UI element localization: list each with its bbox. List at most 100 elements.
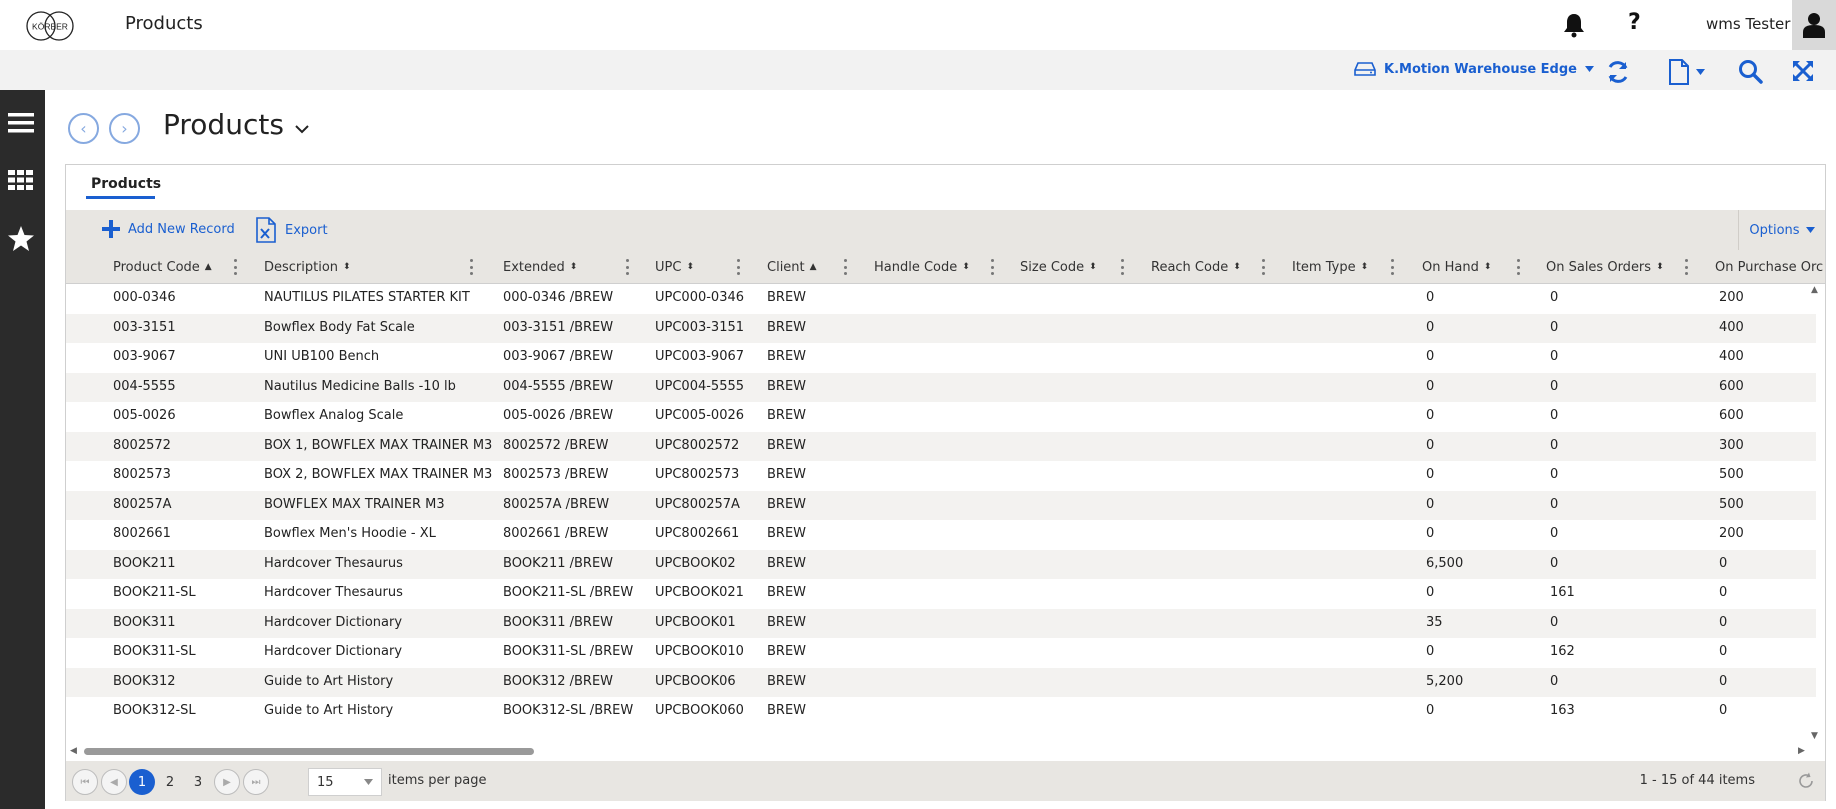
column-menu-icon[interactable] [736, 259, 740, 275]
previous-page-button[interactable]: ◀ [101, 769, 127, 795]
back-button[interactable]: ‹ [68, 113, 99, 144]
grid-toolbar: Add New Record Export Options [66, 210, 1825, 250]
last-page-button[interactable]: ⏭ [243, 769, 269, 795]
cell-on-sales-orders: 163 [1550, 703, 1575, 718]
column-header-on-sales-orders[interactable]: On Sales Orders ⬍ [1546, 250, 1664, 284]
column-menu-icon[interactable] [233, 259, 237, 275]
column-menu-icon[interactable] [843, 259, 847, 275]
column-header-reach-code[interactable]: Reach Code ⬍ [1151, 250, 1241, 284]
cell-upc: UPC004-5555 [655, 378, 745, 394]
page-title-dropdown[interactable]: Products [163, 108, 309, 141]
table-row[interactable]: 004-5555 Nautilus Medicine Balls -10 lb 00… [66, 372, 1816, 402]
hamburger-menu-icon[interactable] [6, 108, 36, 138]
document-menu[interactable] [1668, 59, 1705, 85]
sort-indicator-icon[interactable]: ⬍ [1089, 262, 1097, 272]
cell-extended: 8002573 /BREW [503, 467, 609, 482]
column-header-product-code[interactable]: Product Code ▲ [113, 250, 212, 284]
sort-indicator-icon[interactable]: ▲ [205, 262, 212, 272]
table-row[interactable]: 005-0026 Bowflex Analog Scale 005-0026 /BR… [66, 402, 1816, 432]
refresh-icon[interactable] [1605, 59, 1631, 85]
next-page-button[interactable]: ▶ [214, 769, 240, 795]
sort-indicator-icon[interactable]: ⬍ [570, 262, 578, 272]
table-row[interactable]: BOOK311 Hardcover Dictionary BOOK311 /BREW… [66, 608, 1816, 638]
sort-indicator-icon[interactable]: ▲ [810, 262, 817, 272]
cell-upc: UPC005-0026 [655, 408, 745, 423]
cell-product-code: 8002573 [113, 467, 171, 482]
scroll-up-arrow-icon[interactable]: ▲ [1811, 285, 1818, 295]
table-row[interactable]: BOOK211 Hardcover Thesaurus BOOK211 /BREW U… [66, 549, 1816, 579]
sort-indicator-icon[interactable]: ⬍ [686, 262, 694, 272]
options-button[interactable]: Options [1738, 210, 1825, 250]
cell-product-code: BOOK312 [113, 673, 176, 689]
table-row[interactable]: 003-9067 UNI UB100 Bench 003-9067 /BREW UPC… [66, 343, 1816, 373]
korber-logo[interactable]: KÖRBER [24, 10, 76, 42]
sort-indicator-icon[interactable]: ⬍ [962, 262, 970, 272]
horizontal-scrollbar-thumb[interactable] [84, 748, 534, 755]
sort-indicator-icon[interactable]: ⬍ [1656, 262, 1664, 272]
apps-grid-icon[interactable] [6, 165, 36, 195]
user-name[interactable]: wms Tester [1706, 15, 1790, 33]
page-3-button[interactable]: 3 [185, 769, 211, 795]
sort-indicator-icon[interactable]: ⬍ [1484, 262, 1492, 272]
sort-indicator-icon[interactable]: ⬍ [1233, 262, 1241, 272]
table-row[interactable]: 003-3151 Bowflex Body Fat Scale 003-3151 /… [66, 313, 1816, 343]
tab-products[interactable]: Products [91, 176, 161, 192]
table-row[interactable]: BOOK312-SL Guide to Art History BOOK312-SL… [66, 697, 1816, 727]
column-header-on-hand[interactable]: On Hand ⬍ [1422, 250, 1491, 284]
forward-button[interactable]: › [109, 113, 140, 144]
column-header-size-code[interactable]: Size Code ⬍ [1020, 250, 1097, 284]
cell-client: BREW [767, 408, 807, 423]
scroll-left-arrow-icon[interactable]: ◀ [70, 746, 77, 756]
cell-product-code: 005-0026 [113, 408, 176, 423]
table-row[interactable]: 000-0346 NAUTILUS PILATES STARTER KIT 000-… [66, 284, 1816, 314]
column-menu-icon[interactable] [1261, 259, 1265, 275]
column-header-extended[interactable]: Extended ⬍ [503, 250, 577, 284]
column-header-description[interactable]: Description ⬍ [264, 250, 351, 284]
items-per-page-value: 15 [317, 774, 334, 790]
column-header-on-purchase-orders[interactable]: On Purchase Orc [1715, 250, 1823, 284]
add-new-record-button[interactable]: Add New Record [102, 220, 235, 238]
table-row[interactable]: 8002573 BOX 2, BOWFLEX MAX TRAINER M3 8002… [66, 461, 1816, 491]
column-menu-icon[interactable] [1516, 259, 1520, 275]
column-header-label: Item Type [1292, 259, 1356, 275]
page-2-button[interactable]: 2 [157, 769, 183, 795]
table-row[interactable]: 8002661 Bowflex Men's Hoodie - XL 8002661 … [66, 520, 1816, 550]
column-menu-icon[interactable] [625, 259, 629, 275]
search-icon[interactable] [1738, 59, 1764, 85]
cell-on-purchase-orders: 500 [1719, 496, 1744, 512]
column-menu-icon[interactable] [469, 259, 473, 275]
column-header-handle-code[interactable]: Handle Code ⬍ [874, 250, 970, 284]
sort-indicator-icon[interactable]: ⬍ [1361, 262, 1369, 272]
column-header-upc[interactable]: UPC ⬍ [655, 250, 694, 284]
column-header-item-type[interactable]: Item Type ⬍ [1292, 250, 1368, 284]
notification-bell-icon[interactable] [1562, 12, 1586, 38]
table-row[interactable]: BOOK211-SL Hardcover Thesaurus BOOK211-SL … [66, 579, 1816, 609]
column-menu-icon[interactable] [1120, 259, 1124, 275]
cell-description: Bowflex Body Fat Scale [264, 319, 415, 335]
items-per-page-select[interactable]: 15 [308, 768, 382, 796]
table-row[interactable]: BOOK312 Guide to Art History BOOK312 /BREW… [66, 667, 1816, 697]
table-row[interactable]: 8002572 BOX 1, BOWFLEX MAX TRAINER M3 8002… [66, 431, 1816, 461]
cell-product-code: BOOK311 [113, 614, 176, 630]
column-menu-icon[interactable] [1684, 259, 1688, 275]
cell-on-hand: 35 [1426, 614, 1443, 630]
cell-client: BREW [767, 319, 807, 335]
warehouse-selector[interactable]: K.Motion Warehouse Edge [1354, 61, 1594, 77]
first-page-button[interactable]: ⏮ [72, 769, 98, 795]
favorites-star-icon[interactable] [6, 224, 36, 254]
scroll-right-arrow-icon[interactable]: ▶ [1798, 746, 1805, 756]
expand-icon[interactable] [1791, 59, 1815, 83]
scroll-down-arrow-icon[interactable]: ▼ [1811, 731, 1818, 741]
column-menu-icon[interactable] [990, 259, 994, 275]
help-icon[interactable]: ? [1628, 10, 1641, 35]
column-menu-icon[interactable] [1390, 259, 1394, 275]
sort-indicator-icon[interactable]: ⬍ [343, 262, 351, 272]
table-row[interactable]: 800257A BOWFLEX MAX TRAINER M3 800257A /BR… [66, 490, 1816, 520]
export-button[interactable]: Export [255, 217, 328, 243]
user-menu-button[interactable] [1792, 0, 1836, 50]
page-1-button[interactable]: 1 [129, 769, 155, 795]
grid-refresh-icon[interactable] [1797, 772, 1815, 790]
cell-on-hand: 0 [1426, 290, 1435, 305]
column-header-client[interactable]: Client ▲ [767, 250, 817, 284]
table-row[interactable]: BOOK311-SL Hardcover Dictionary BOOK311-SL… [66, 638, 1816, 668]
